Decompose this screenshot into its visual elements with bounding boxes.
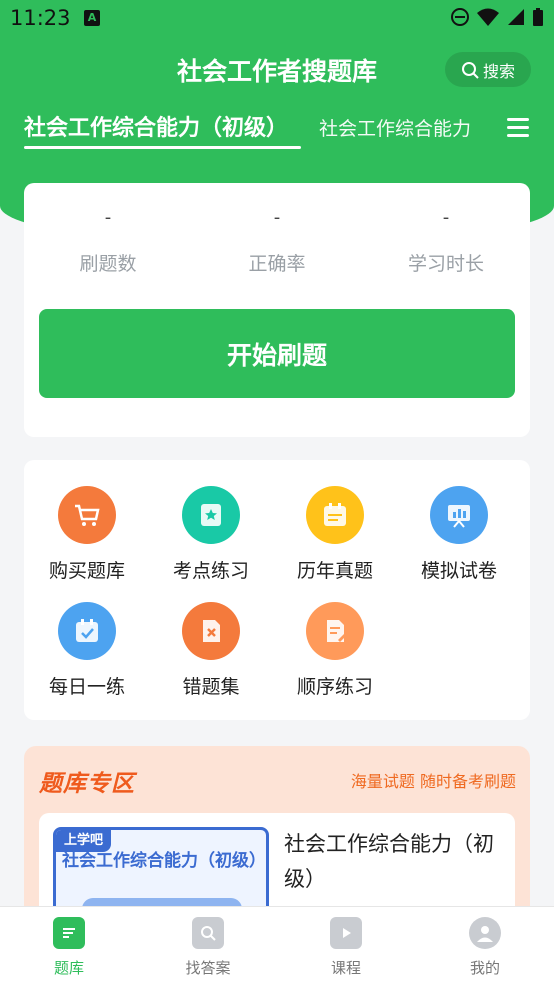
stat-value: - — [273, 207, 281, 228]
feature-label: 购买题库 — [48, 560, 125, 582]
nav-label: 题库 — [53, 959, 84, 977]
feature-label: 考点练习 — [172, 560, 249, 582]
wrong-file-icon — [182, 602, 240, 660]
menu-icon[interactable] — [507, 118, 529, 138]
zone-title: 题库专区 — [39, 771, 135, 797]
star-card-icon — [182, 486, 240, 544]
book-title: 社会工作综合能力（初级） — [284, 832, 494, 891]
feature-label: 错题集 — [182, 676, 240, 698]
wifi-icon — [477, 8, 499, 26]
nav-question-bank[interactable]: 题库 — [24, 917, 114, 978]
status-icons — [450, 7, 544, 27]
feature-buy-question-bank[interactable]: 购买题库 — [32, 486, 142, 583]
presentation-chart-icon — [430, 486, 488, 544]
start-practice-button[interactable]: 开始刷题 — [39, 309, 515, 398]
feature-label: 每日一练 — [48, 676, 125, 698]
stat-value: - — [442, 207, 450, 228]
do-not-disturb-icon — [451, 8, 469, 26]
search-button-label: 搜索 — [482, 61, 515, 81]
feature-label: 顺序练习 — [296, 676, 373, 698]
feature-mock-exam[interactable]: 模拟试卷 — [404, 486, 514, 583]
nav-profile[interactable]: 我的 — [440, 917, 530, 978]
status-time: 11:23 — [10, 6, 71, 30]
user-profile-icon — [469, 917, 501, 949]
status-bar: 11:23 A — [0, 0, 554, 40]
calendar-check-icon — [58, 602, 116, 660]
subject-tabs: 社会工作综合能力（初级） 社会工作综合能力 — [0, 110, 554, 154]
nav-courses[interactable]: 课程 — [301, 917, 391, 978]
calendar-notes-icon — [306, 486, 364, 544]
signal-icon — [508, 9, 524, 25]
stats-card: - 刷题数 - 正确率 - 学习时长 开始刷题 — [24, 183, 530, 437]
feature-key-point-practice[interactable]: 考点练习 — [156, 486, 266, 583]
battery-icon — [533, 8, 543, 26]
stat-label: 正确率 — [248, 253, 306, 275]
zone-slogan: 海量试题 随时备考刷题 — [350, 772, 516, 791]
search-icon — [461, 61, 479, 79]
nav-label: 找答案 — [185, 959, 231, 977]
question-bank-icon — [53, 917, 85, 949]
brand-logo: 上学吧 — [56, 830, 112, 852]
stat-value: - — [104, 207, 112, 228]
play-course-icon — [330, 917, 362, 949]
nav-find-answers[interactable]: 找答案 — [163, 917, 253, 978]
stat-label: 学习时长 — [407, 253, 484, 275]
feature-label: 历年真题 — [296, 560, 373, 582]
stat-question-count: - 刷题数 — [24, 207, 192, 276]
notification-a-icon: A — [84, 10, 100, 26]
search-button[interactable]: 搜索 — [445, 52, 531, 87]
document-edit-icon — [306, 602, 364, 660]
stat-label: 刷题数 — [79, 253, 137, 275]
feature-wrong-questions[interactable]: 错题集 — [156, 602, 266, 699]
feature-sequential-practice[interactable]: 顺序练习 — [280, 602, 390, 699]
feature-label: 模拟试卷 — [420, 560, 497, 582]
active-tab-indicator — [24, 146, 301, 149]
tab-subject-primary[interactable]: 社会工作综合能力（初级） — [24, 110, 288, 142]
tab-subject-secondary[interactable]: 社会工作综合能力 — [319, 114, 471, 141]
feature-daily-practice[interactable]: 每日一练 — [32, 602, 142, 699]
stat-accuracy: - 正确率 — [193, 207, 361, 276]
feature-past-exams[interactable]: 历年真题 — [280, 486, 390, 583]
stat-study-time: - 学习时长 — [362, 207, 530, 276]
search-answer-icon — [192, 917, 224, 949]
question-bank-zone: 题库专区 海量试题 随时备考刷题 上学吧 社会工作综合能力（初级） 社会工作综合… — [24, 746, 530, 926]
feature-grid: 购买题库 考点练习 历年真题 模拟试卷 每日一练 错题集 顺序练习 — [24, 460, 530, 720]
nav-label: 我的 — [469, 959, 500, 977]
nav-label: 课程 — [330, 959, 361, 977]
cart-icon — [58, 486, 116, 544]
bottom-navigation: 题库 找答案 课程 我的 — [0, 906, 554, 984]
book-cover-text: 社会工作综合能力（初级） — [62, 851, 266, 871]
